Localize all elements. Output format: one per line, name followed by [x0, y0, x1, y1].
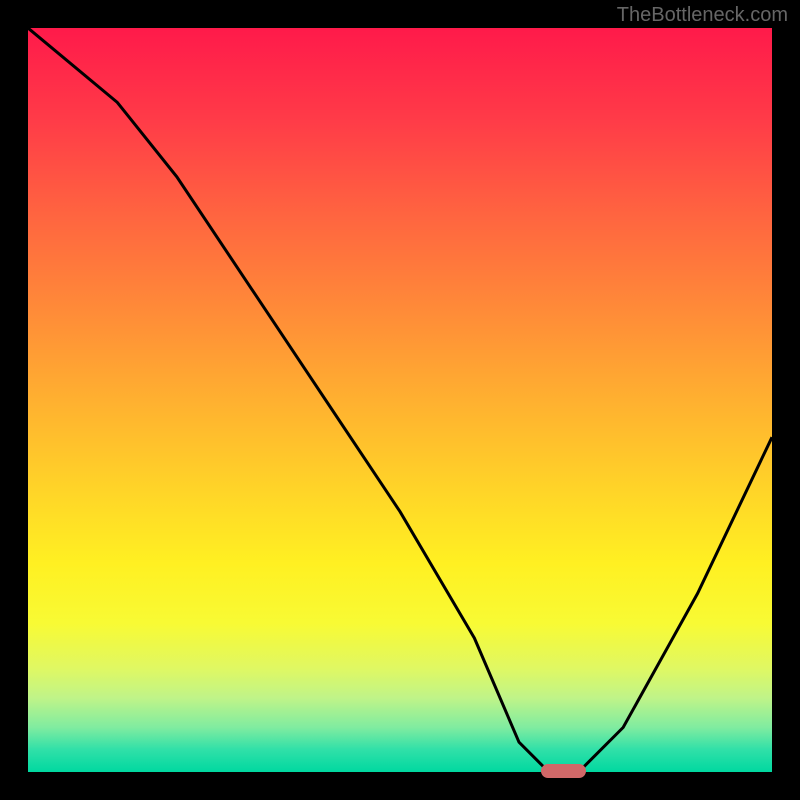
chart-plot-area — [28, 28, 772, 772]
optimal-point-marker — [541, 764, 586, 778]
chart-curve-svg — [28, 28, 772, 772]
watermark-text: TheBottleneck.com — [617, 4, 788, 27]
bottleneck-curve-line — [28, 28, 772, 772]
